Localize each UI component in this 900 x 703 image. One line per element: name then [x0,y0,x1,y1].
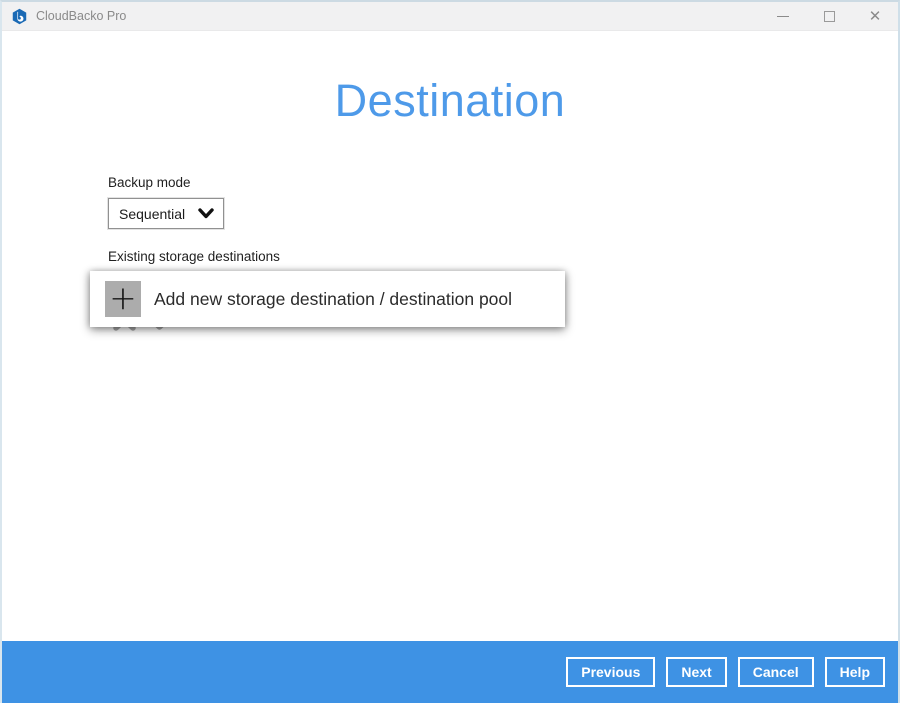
app-window: CloudBacko Pro ✕ Destination Backup mode… [0,0,900,703]
plus-icon-box: + [105,281,141,317]
chevron-down-icon [198,208,214,219]
page-title: Destination [2,75,898,127]
backup-mode-label: Backup mode [108,175,191,190]
previous-button[interactable]: Previous [566,657,655,687]
add-storage-destination-label: Add new storage destination / destinatio… [154,289,512,310]
add-storage-destination-button[interactable]: + Add new storage destination / destinat… [90,271,565,327]
cloudbacko-logo-icon [11,8,28,25]
main-content: Destination Backup mode Sequential Exist… [2,32,898,641]
help-button[interactable]: Help [825,657,885,687]
existing-destinations-label: Existing storage destinations [108,249,280,264]
backup-mode-select[interactable]: Sequential [108,198,224,229]
titlebar: CloudBacko Pro ✕ [2,2,898,31]
app-title: CloudBacko Pro [36,9,126,23]
close-button[interactable]: ✕ [852,2,898,30]
minimize-icon [777,16,789,17]
maximize-icon [824,11,835,22]
next-button[interactable]: Next [666,657,726,687]
close-icon: ✕ [869,9,882,24]
window-controls: ✕ [760,2,898,30]
maximize-button[interactable] [806,2,852,30]
footer-bar: Previous Next Cancel Help [2,641,898,703]
backup-mode-value: Sequential [119,206,198,222]
minimize-button[interactable] [760,2,806,30]
cancel-button[interactable]: Cancel [738,657,814,687]
